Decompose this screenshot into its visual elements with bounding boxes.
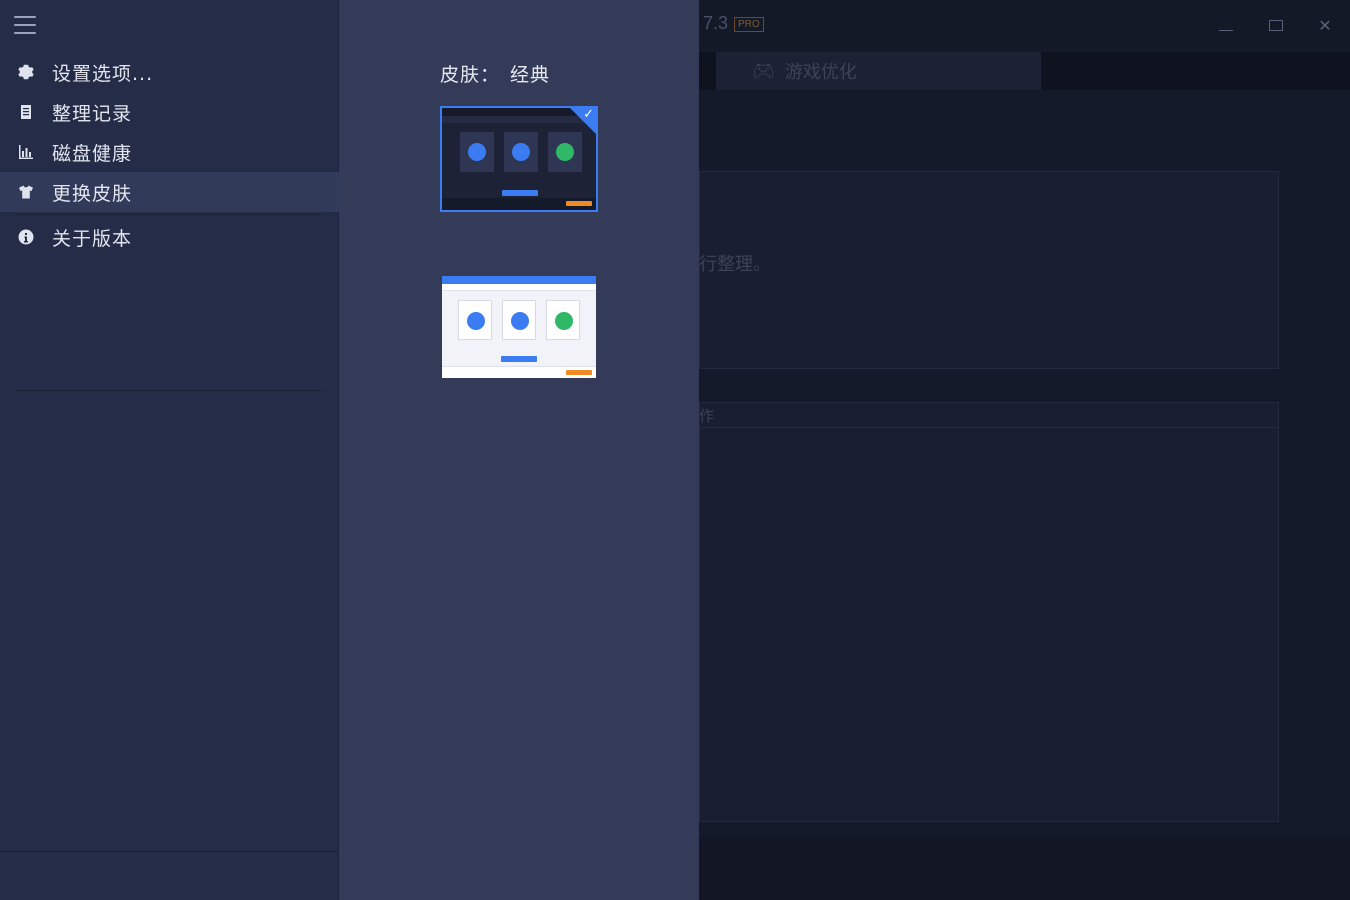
minimize-icon (1219, 30, 1233, 31)
menu-item-label: 磁盘健康 (52, 139, 132, 166)
operations-card-title: 作 (699, 405, 714, 426)
gamepad-icon: 🎮︎ (752, 61, 775, 82)
menu-item-about[interactable]: 关于版本 (0, 217, 339, 257)
skin-option-light[interactable] (442, 276, 596, 378)
info-card-text: 行整理。 (699, 250, 771, 276)
info-icon (0, 229, 52, 245)
info-card (699, 171, 1279, 369)
thumbnail-card (502, 300, 536, 340)
navigation-drawer: 设置选项... 整理记录 磁盘健康 更换皮肤 关于版本 (0, 0, 339, 900)
hamburger-menu-button[interactable] (14, 16, 36, 34)
thumbnail-circle (467, 312, 485, 330)
app-footer (699, 836, 1350, 900)
tab-game-label: 游戏优化 (785, 58, 857, 84)
skin-title-label: 皮肤： (440, 64, 500, 86)
thumbnail-footer (442, 198, 596, 210)
thumbnail-orange-button (566, 370, 592, 375)
hamburger-line (14, 16, 36, 18)
thumbnail-circle (512, 143, 530, 161)
thumbnail-circle (556, 143, 574, 161)
thumbnail-card (548, 132, 582, 172)
thumbnail-footer (442, 366, 596, 378)
hamburger-line (14, 32, 36, 34)
maximize-button[interactable] (1261, 12, 1291, 38)
close-button[interactable]: ✕ (1310, 12, 1340, 38)
skin-option-dark[interactable]: ✓ (440, 106, 598, 212)
operations-card-divider (699, 427, 1279, 428)
skin-panel: 皮肤： 经典 ✓ (339, 0, 699, 900)
maximize-icon (1269, 20, 1283, 31)
close-icon: ✕ (1318, 16, 1331, 35)
thumbnail-titlebar (442, 276, 596, 284)
current-skin-name: 经典 (510, 64, 550, 86)
menu-item-label: 更换皮肤 (52, 179, 132, 206)
menu-item-change-skin[interactable]: 更换皮肤 (0, 172, 339, 212)
menu-item-label: 整理记录 (52, 99, 132, 126)
thumbnail-tabs (442, 284, 596, 291)
menu-item-settings[interactable]: 设置选项... (0, 52, 339, 92)
thumbnail-card (458, 300, 492, 340)
app-version: 7.3 (703, 13, 728, 34)
gear-icon (0, 64, 52, 80)
menu-item-label: 关于版本 (52, 224, 132, 251)
thumbnail-circle (511, 312, 529, 330)
skin-title: 皮肤： 经典 (440, 60, 550, 87)
document-icon (0, 104, 52, 120)
minimize-button[interactable] (1211, 12, 1241, 38)
menu-item-cleanup-records[interactable]: 整理记录 (0, 92, 339, 132)
thumbnail-card (504, 132, 538, 172)
thumbnail-circle (555, 312, 573, 330)
checkmark-icon: ✓ (583, 108, 594, 122)
pro-badge: PRO (734, 17, 764, 32)
operations-card (699, 402, 1279, 822)
tab-game-optimization[interactable]: 🎮︎ 游戏优化 (716, 52, 1041, 90)
drawer-footer-divider (0, 851, 339, 852)
thumbnail-button (502, 190, 538, 196)
bar-chart-icon (0, 144, 52, 160)
thumbnail-button (501, 356, 537, 362)
menu-item-disk-health[interactable]: 磁盘健康 (0, 132, 339, 172)
thumbnail-orange-button (566, 201, 592, 206)
hamburger-line (14, 24, 36, 26)
drawer-menu: 设置选项... 整理记录 磁盘健康 更换皮肤 关于版本 (0, 52, 339, 257)
menu-item-label: 设置选项... (52, 59, 153, 86)
thumbnail-circle (468, 143, 486, 161)
menu-divider (16, 214, 322, 215)
menu-divider (16, 390, 322, 391)
tshirt-icon (0, 184, 52, 200)
thumbnail-card (460, 132, 494, 172)
thumbnail-card (546, 300, 580, 340)
